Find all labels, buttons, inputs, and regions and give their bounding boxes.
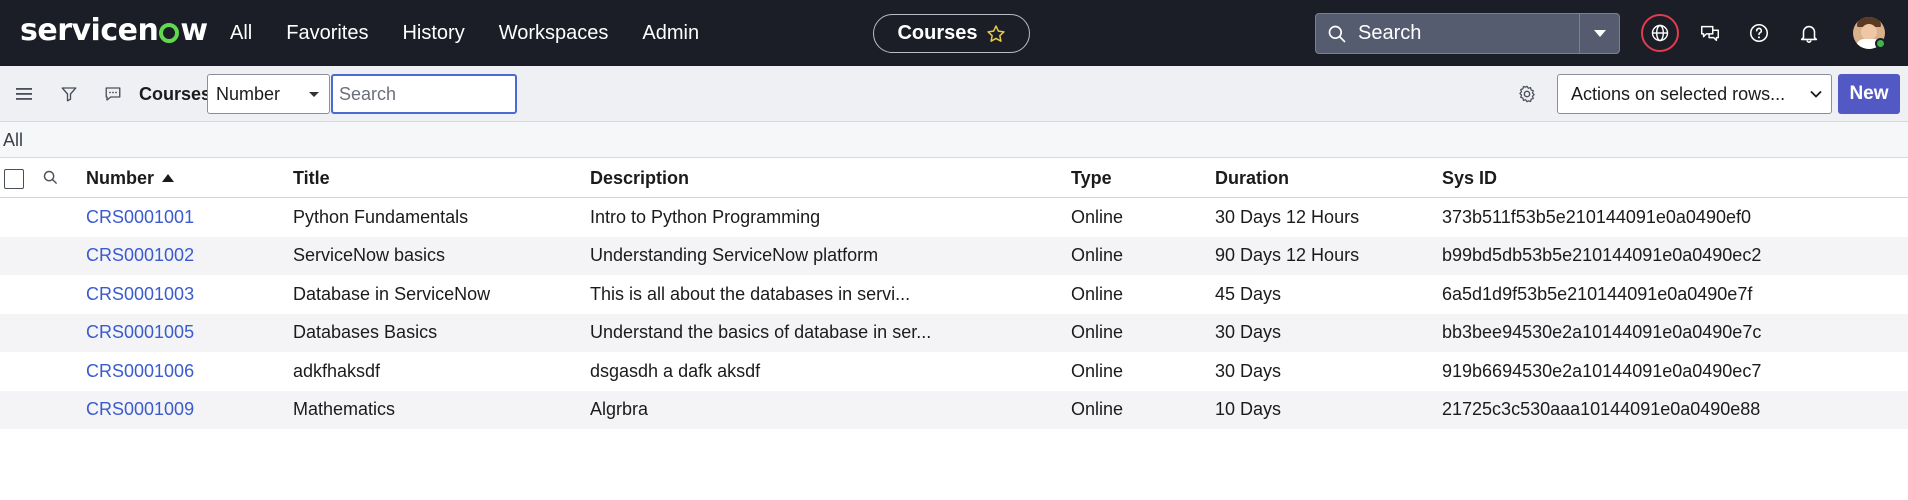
column-header-number-label: Number (86, 167, 155, 188)
context-pill[interactable]: Courses (873, 14, 1030, 53)
top-navigation-bar: servicen w All Favorites History Workspac… (0, 0, 1908, 66)
context-pill-label: Courses (897, 22, 978, 44)
select-all-checkbox[interactable] (4, 169, 24, 189)
activity-stream-icon[interactable] (101, 82, 125, 106)
cell-description: dsgasdh a dafk aksdf (590, 360, 761, 381)
cell-description: Understand the basics of database in ser… (590, 322, 932, 343)
table-header-row: Number Title Description Type Duration S… (0, 159, 1908, 198)
table-row: CRS0001005 Databases Basics Understand t… (0, 313, 1908, 353)
table-row: CRS0001001 Python Fundamentals Intro to … (0, 198, 1908, 237)
logo-o-mark (159, 23, 180, 43)
list-title: Courses (139, 84, 212, 104)
record-number-link[interactable]: CRS0001005 (86, 314, 194, 353)
table-row: CRS0001009 Mathematics Algrbra Online 10… (0, 390, 1908, 430)
servicenow-logo[interactable]: servicen w (20, 12, 208, 48)
new-button[interactable]: New (1838, 74, 1900, 114)
table-row: CRS0001002 ServiceNow basics Understandi… (0, 236, 1908, 276)
cell-title: Mathematics (293, 399, 396, 420)
list-toolbar: Courses Number Actions on selected rows.… (0, 66, 1908, 122)
actions-on-selected-rows-select[interactable]: Actions on selected rows... (1557, 74, 1832, 114)
globe-icon[interactable] (1641, 14, 1679, 52)
bell-icon[interactable] (1790, 14, 1828, 52)
table-row: CRS0001006 adkfhaksdf dsgasdh a dafk aks… (0, 352, 1908, 391)
nav-workspaces[interactable]: Workspaces (499, 22, 609, 45)
cell-sys-id: b99bd5db53b5e210144091e0a0490ec2 (1442, 245, 1762, 266)
cell-description: Algrbra (590, 399, 649, 420)
hamburger-menu-icon[interactable] (12, 82, 36, 106)
column-header-number[interactable]: Number (86, 159, 175, 197)
cell-type: Online (1071, 245, 1124, 266)
nav-favorites[interactable]: Favorites (286, 22, 368, 45)
avatar-face (1861, 24, 1877, 40)
record-number-link[interactable]: CRS0001001 (86, 198, 194, 237)
cell-title: Database in ServiceNow (293, 283, 491, 304)
cell-duration: 30 Days (1215, 360, 1282, 381)
global-search-label: Search (1358, 22, 1422, 44)
cell-sys-id: 919b6694530e2a10144091e0a0490ec7 (1442, 360, 1762, 381)
breadcrumb: All (0, 122, 1908, 158)
breadcrumb-all[interactable]: All (3, 130, 23, 151)
actions-select-value: Actions on selected rows... (1571, 83, 1786, 104)
chat-icon[interactable] (1691, 14, 1729, 52)
cell-description: Intro to Python Programming (590, 206, 821, 227)
column-header-sys-id[interactable]: Sys ID (1442, 159, 1497, 197)
cell-type: Online (1071, 399, 1124, 420)
presence-status-icon (1875, 38, 1886, 49)
column-header-type[interactable]: Type (1071, 159, 1112, 197)
nav-admin[interactable]: Admin (642, 22, 699, 45)
courses-list-table: Number Title Description Type Duration S… (0, 159, 1908, 429)
column-header-duration[interactable]: Duration (1215, 159, 1289, 197)
sort-ascending-icon (162, 174, 175, 182)
cell-sys-id: 373b511f53b5e210144091e0a0490ef0 (1442, 206, 1751, 227)
cell-duration: 10 Days (1215, 399, 1282, 420)
record-number-link[interactable]: CRS0001006 (86, 352, 194, 391)
caret-down-icon (1593, 29, 1606, 37)
caret-down-icon (309, 92, 319, 97)
cell-duration: 90 Days 12 Hours (1215, 245, 1360, 266)
cell-type: Online (1071, 206, 1124, 227)
help-icon[interactable] (1740, 14, 1778, 52)
cell-description: Understanding ServiceNow platform (590, 245, 879, 266)
main-nav-links: All Favorites History Workspaces Admin (230, 0, 733, 66)
table-row: CRS0001003 Database in ServiceNow This i… (0, 275, 1908, 314)
column-search-icon[interactable] (42, 169, 59, 191)
cell-sys-id: bb3bee94530e2a10144091e0a0490e7c (1442, 322, 1762, 343)
gear-icon[interactable] (1515, 82, 1539, 106)
search-field-select[interactable]: Number (207, 74, 330, 114)
cell-sys-id: 21725c3c530aaa10144091e0a0490e88 (1442, 399, 1761, 420)
logo-text: servicen (20, 12, 159, 48)
cell-type: Online (1071, 360, 1124, 381)
cell-type: Online (1071, 283, 1124, 304)
cell-duration: 30 Days (1215, 322, 1282, 343)
global-search[interactable]: Search (1315, 13, 1620, 54)
cell-title: Databases Basics (293, 322, 438, 343)
nav-all[interactable]: All (230, 22, 252, 45)
cell-description: This is all about the databases in servi… (590, 283, 911, 304)
filter-icon[interactable] (57, 82, 81, 106)
record-number-link[interactable]: CRS0001009 (86, 391, 194, 430)
cell-title: Python Fundamentals (293, 206, 469, 227)
column-header-description[interactable]: Description (590, 159, 689, 197)
cell-type: Online (1071, 322, 1124, 343)
record-number-link[interactable]: CRS0001002 (86, 237, 194, 276)
search-scope-dropdown[interactable] (1579, 14, 1619, 53)
logo-text-end: w (180, 12, 208, 48)
column-header-title[interactable]: Title (293, 159, 330, 197)
cell-duration: 45 Days (1215, 283, 1282, 304)
list-search-input[interactable] (331, 74, 517, 114)
cell-title: ServiceNow basics (293, 245, 446, 266)
record-number-link[interactable]: CRS0001003 (86, 275, 194, 314)
nav-history[interactable]: History (402, 22, 464, 45)
search-field-value: Number (216, 83, 281, 104)
favorite-star-icon[interactable] (986, 24, 1006, 44)
cell-title: adkfhaksdf (293, 360, 381, 381)
cell-duration: 30 Days 12 Hours (1215, 206, 1360, 227)
cell-sys-id: 6a5d1d9f53b5e210144091e0a0490e7f (1442, 283, 1753, 304)
search-icon (1316, 24, 1358, 44)
chevron-down-icon (1810, 90, 1822, 98)
